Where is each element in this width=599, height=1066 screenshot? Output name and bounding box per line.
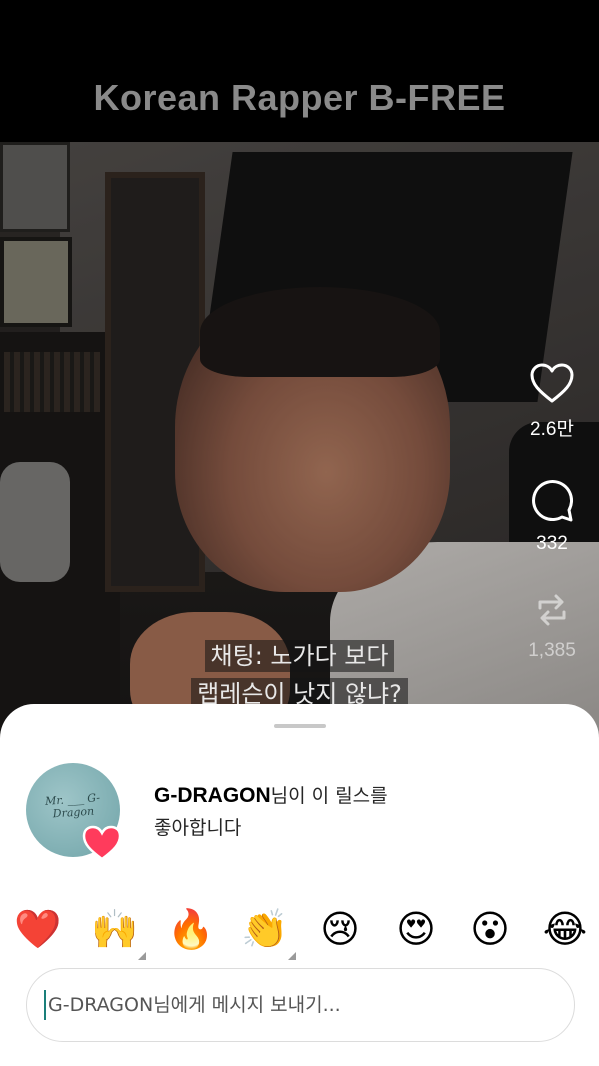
avatar-signature: Mr. ___ G-Dragon (44, 791, 101, 821)
banner-title: Korean Rapper B-FREE (93, 77, 506, 118)
emoji-glyph: 🙌 (91, 907, 139, 951)
red-heart-emoji[interactable]: ❤️ (13, 904, 63, 954)
heart-eyes-emoji[interactable]: 😍 (391, 904, 441, 954)
comment-count: 332 (536, 533, 568, 554)
likes-bottom-sheet: Mr. ___ G-Dragon G-DRAGON님이 이 릴스를 좋아합니다 … (0, 704, 599, 1066)
emoji-glyph: 🔥 (167, 907, 215, 951)
comment-bubble-icon[interactable] (529, 477, 575, 523)
like-count: 2.6만 (530, 419, 574, 440)
crying-face-emoji[interactable]: 😢 (315, 904, 365, 954)
emoji-glyph: 😍 (396, 907, 436, 951)
video-caption-line1: 채팅: 노가다 보다 (0, 636, 599, 672)
heart-badge-icon (82, 825, 122, 861)
like-notice-suffix: 님이 이 릴스를 (270, 785, 388, 807)
emoji-glyph: 😮 (470, 907, 510, 951)
top-banner: Korean Rapper B-FREE (0, 0, 599, 142)
repost-action[interactable]: 1,385 (512, 590, 592, 662)
liker-name[interactable]: G-DRAGON (154, 784, 271, 807)
emoji-glyph: 😂 (542, 907, 588, 951)
emoji-glyph: 👏 (241, 907, 289, 951)
fire-emoji[interactable]: 🔥 (166, 904, 216, 954)
avatar[interactable]: Mr. ___ G-Dragon (26, 763, 122, 861)
heart-outline-icon[interactable] (529, 362, 575, 404)
repost-count: 1,385 (528, 640, 576, 661)
caption-text-1: 채팅: 노가다 보다 (204, 640, 395, 672)
quick-reaction-bar: ❤️ 🙌 🔥 👏 😢 😍 😮 😂 (0, 904, 599, 960)
comment-action[interactable]: 332 (512, 477, 592, 555)
like-action[interactable]: 2.6만 (512, 362, 592, 441)
clapping-hands-emoji[interactable]: 👏 (240, 904, 296, 960)
message-input[interactable] (48, 994, 528, 1016)
surprised-face-emoji[interactable]: 😮 (465, 904, 515, 954)
text-caret (44, 990, 46, 1020)
message-input-box[interactable] (26, 968, 575, 1042)
emoji-glyph: ❤️ (14, 907, 62, 951)
tears-of-joy-emoji[interactable]: 😂 (540, 904, 590, 954)
raising-hands-emoji[interactable]: 🙌 (90, 904, 146, 960)
skin-tone-indicator (288, 952, 296, 960)
skin-tone-indicator (138, 952, 146, 960)
repost-icon[interactable] (532, 590, 572, 630)
emoji-glyph: 😢 (320, 907, 360, 951)
like-notice-line2: 좋아합니다 (154, 817, 242, 839)
sheet-drag-handle[interactable] (274, 724, 326, 728)
like-notice: G-DRAGON님이 이 릴스를 좋아합니다 (154, 780, 474, 844)
